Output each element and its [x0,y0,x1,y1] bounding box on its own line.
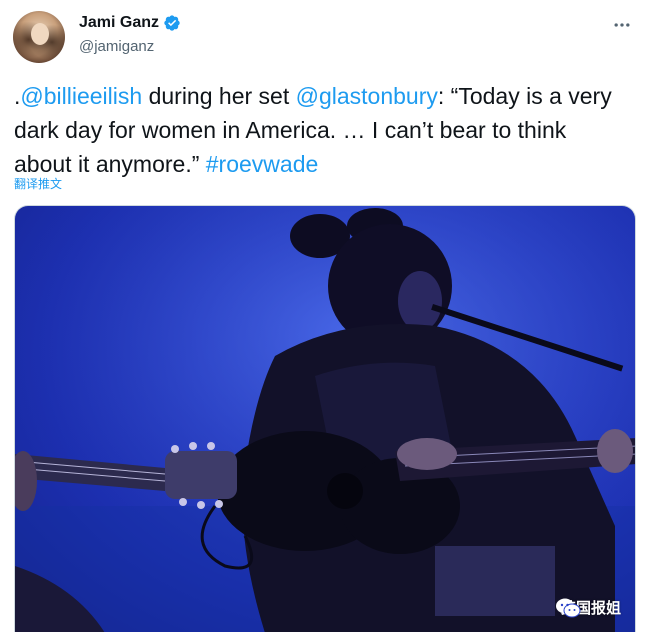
verified-badge-icon [163,14,181,32]
author-name-row: Jami Ganz [79,14,181,32]
tweet-media-video[interactable]: 英国报姐 [14,205,636,632]
more-options-icon[interactable] [611,14,633,36]
mention-link-billieeilish[interactable]: @billieeilish [20,83,142,109]
tweet-text: .@billieeilish during her set @glastonbu… [14,79,629,181]
author-handle[interactable]: @jamiganz [79,38,154,55]
avatar[interactable] [13,11,65,63]
author-display-name[interactable]: Jami Ganz [79,14,159,32]
stage-performance-image [15,206,635,632]
tweet-text-segment-1: during her set [142,83,296,109]
mention-link-glastonbury[interactable]: @glastonbury [296,83,438,109]
avatar-face [31,23,49,45]
watermark: 英国报姐 [555,597,621,618]
translate-tweet-link[interactable]: 翻译推文 [14,175,62,192]
hashtag-link-roevwade[interactable]: #roevwade [206,151,319,177]
tweet-card: Jami Ganz @jamiganz .@billieeilish durin… [0,0,645,632]
